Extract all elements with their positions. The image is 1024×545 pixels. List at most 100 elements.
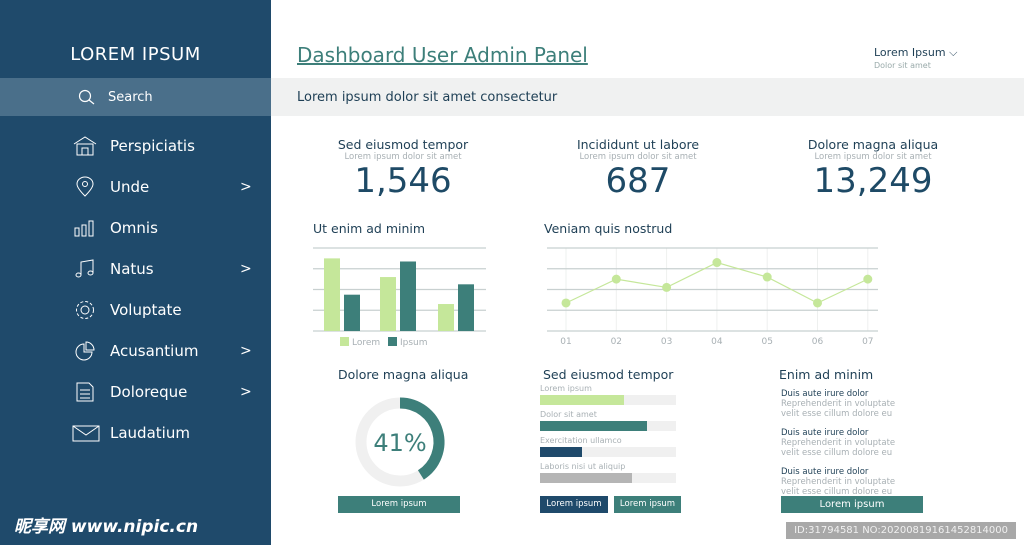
list-item: Duis aute irure dolor Reprehenderit in vo…: [781, 428, 931, 458]
sidebar-item-omnis[interactable]: Omnis: [0, 207, 271, 248]
search-label: Search: [108, 89, 153, 105]
sidebar-item-doloreque[interactable]: Doloreque >: [0, 371, 271, 412]
progress-bar: Laboris nisi ut aliquip: [540, 462, 676, 483]
chevron-down-icon: ⌵: [945, 46, 958, 59]
home-icon: [72, 135, 100, 157]
sidebar-item-perspiciatis[interactable]: Perspiciatis: [0, 125, 271, 166]
progress-fill: [540, 447, 583, 457]
progress-bar: Exercitation ullamco: [540, 436, 676, 457]
page-title[interactable]: Dashboard User Admin Panel: [297, 43, 588, 67]
list-item-title: Duis aute irure dolor: [781, 389, 869, 399]
info-list: Duis aute irure dolor Reprehenderit in vo…: [781, 389, 931, 506]
search-icon: [78, 89, 95, 105]
bar-lorem: [380, 277, 396, 331]
chevron-right-icon: >: [240, 260, 252, 277]
list-item-line: Reprehenderit in voluptate: [781, 438, 896, 448]
x-tick-label: 04: [711, 337, 723, 347]
progress-label: Lorem ipsum: [540, 384, 592, 393]
x-tick-label: 06: [812, 337, 824, 347]
data-point: [813, 298, 822, 308]
progress-track: [540, 421, 676, 431]
progress-track: [540, 395, 676, 405]
subheader: Lorem ipsum dolor sit amet consectetur: [271, 78, 1024, 116]
progress-bar: Lorem ipsum: [540, 384, 676, 405]
gear-icon: [72, 299, 100, 321]
legend-label: Lorem: [352, 338, 380, 348]
search-input[interactable]: Search: [0, 78, 271, 116]
progress-label: Exercitation ullamco: [540, 436, 622, 445]
sidebar-item-unde[interactable]: Unde >: [0, 166, 271, 207]
progress-track: [540, 447, 676, 457]
list-title: Enim ad minim: [779, 367, 874, 382]
line-chart-title: Veniam quis nostrud: [544, 221, 673, 236]
chevron-right-icon: >: [240, 342, 252, 359]
sidebar-item-natus[interactable]: Natus >: [0, 248, 271, 289]
data-point: [561, 298, 571, 308]
donut-title: Dolore magna aliqua: [338, 367, 469, 382]
sidebar-item-voluptate[interactable]: Voluptate: [0, 289, 271, 330]
progress-fill: [540, 473, 633, 483]
chevron-right-icon: >: [240, 178, 252, 195]
data-point: [611, 274, 621, 284]
data-point: [762, 272, 772, 282]
list-item-line: Reprehenderit in voluptate: [781, 477, 896, 487]
progress-label: Laboris nisi ut aliquip: [540, 462, 626, 471]
data-point: [662, 282, 672, 292]
x-tick-label: 07: [862, 337, 873, 347]
sidebar-item-label: Doloreque: [110, 382, 188, 401]
bar-chart: Lorem Ipsum: [313, 247, 486, 348]
progress-label: Dolor sit amet: [540, 410, 597, 419]
sidebar-item-label: Perspiciatis: [110, 136, 195, 155]
user-menu[interactable]: Lorem Ipsum ⌵ Dolor sit amet: [874, 46, 957, 70]
chevron-right-icon: >: [240, 383, 252, 400]
data-point: [863, 274, 873, 284]
list-item-line: Reprehenderit in voluptate: [781, 399, 896, 409]
progress-bar: Dolor sit amet: [540, 410, 676, 431]
watermark-logo: 昵享网 www.nipic.cn: [14, 517, 199, 537]
legend-swatch: [388, 337, 397, 346]
list-button[interactable]: Lorem ipsum: [781, 496, 923, 513]
stat-card: Dolore magna aliqua Lorem ipsum dolor sit…: [763, 137, 983, 200]
donut-label: 41%: [373, 429, 426, 457]
sidebar-item-laudatium[interactable]: Laudatium: [0, 412, 271, 453]
mail-icon: [72, 422, 100, 444]
list-item-line: velit esse cillum dolore eu: [781, 409, 893, 419]
stat-heading: Incididunt ut labore: [576, 137, 700, 152]
bar-chart-title: Ut enim ad minim: [313, 221, 426, 236]
location-pin-icon: [72, 176, 100, 198]
donut-button[interactable]: Lorem ipsum: [338, 496, 460, 513]
stat-value: 1,546: [354, 161, 452, 201]
list-item: Duis aute irure dolor Reprehenderit in vo…: [781, 467, 931, 497]
list-item-line: velit esse cillum dolore eu: [781, 448, 893, 458]
data-point: [712, 258, 722, 268]
sidebar-item-label: Acusantium: [110, 341, 199, 360]
x-tick-label: 03: [661, 337, 672, 347]
legend-swatch: [340, 337, 349, 346]
sidebar: LOREM IPSUM Search Perspiciatis Unde > Omni…: [0, 0, 271, 545]
stat-card: Incididunt ut labore Lorem ipsum dolor si…: [528, 137, 748, 200]
stat-value: 687: [605, 161, 671, 201]
list-item-title: Duis aute irure dolor: [781, 428, 869, 438]
progress-fill: [540, 395, 625, 405]
legend-label: Ipsum: [400, 338, 428, 348]
stat-heading: Sed eiusmod tempor: [337, 137, 469, 152]
stat-heading: Dolore magna aliqua: [807, 137, 939, 152]
secondary-button[interactable]: Lorem ipsum: [614, 496, 681, 513]
bar-ipsum: [458, 284, 474, 331]
primary-button[interactable]: Lorem ipsum: [540, 496, 608, 513]
sidebar-item-label: Voluptate: [110, 300, 182, 319]
user-name: Lorem Ipsum: [874, 46, 946, 59]
music-note-icon: [72, 258, 100, 280]
sidebar-nav: Perspiciatis Unde > Omnis Natus > Voluptate Acu…: [0, 125, 271, 453]
donut-chart: 41%: [355, 397, 445, 487]
sidebar-item-label: Omnis: [110, 218, 158, 237]
bar-chart-icon: [72, 217, 100, 239]
x-tick-label: 01: [560, 337, 571, 347]
watermark-id: ID:31794581 NO:20200819161452814000: [786, 522, 1016, 539]
sidebar-item-acusantium[interactable]: Acusantium >: [0, 330, 271, 371]
bar-ipsum: [344, 294, 360, 331]
bar-lorem: [438, 304, 454, 331]
user-subtitle: Dolor sit amet: [874, 61, 931, 70]
x-tick-label: 05: [761, 337, 772, 347]
bar-ipsum: [400, 261, 416, 331]
